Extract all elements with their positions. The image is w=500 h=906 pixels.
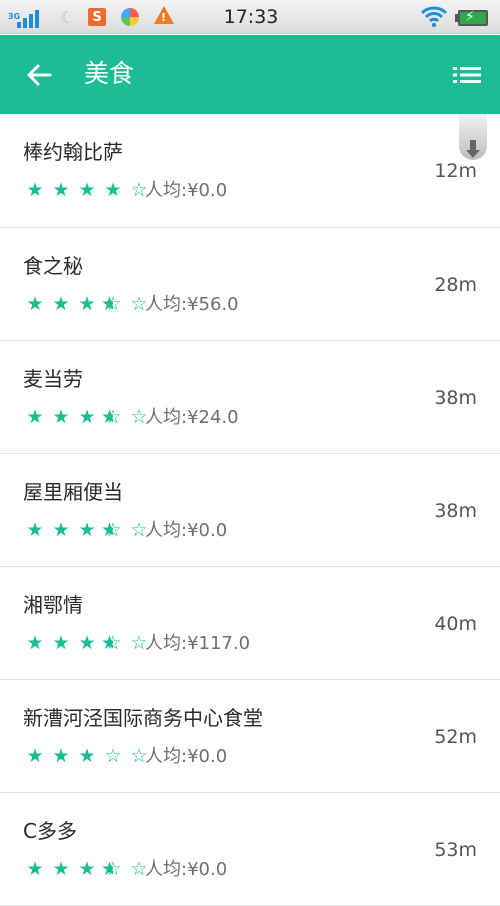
star-full-icon: ★	[26, 519, 44, 541]
action-bar: 美食	[0, 35, 500, 114]
restaurant-name: 麦当劳	[23, 367, 83, 391]
star-full-icon: ★	[26, 406, 44, 428]
list-item[interactable]: 屋里厢便当★★★☆☆人均:¥0.038m	[0, 454, 500, 567]
warning-mark: !	[161, 11, 167, 24]
star-half-icon: ☆	[101, 858, 125, 880]
star-full-icon: ★	[52, 858, 70, 880]
list-item[interactable]: 食之秘★★★☆☆人均:¥56.028m	[0, 228, 500, 341]
star-rating: ★★★☆☆	[23, 632, 151, 654]
star-half-icon: ☆	[101, 632, 125, 654]
star-full-icon: ★	[26, 293, 44, 315]
star-full-icon: ★	[26, 745, 44, 767]
moon-icon: ☾	[60, 7, 75, 27]
star-rating: ★★★☆☆	[23, 519, 151, 541]
star-full-icon: ★	[78, 632, 96, 654]
star-full-icon: ★	[26, 858, 44, 880]
distance: 53m	[434, 839, 477, 861]
restaurant-list: 棒约翰比萨★★★★☆人均:¥0.012m食之秘★★★☆☆人均:¥56.028m麦…	[0, 114, 500, 906]
distance: 12m	[434, 160, 477, 182]
list-menu-icon	[453, 67, 481, 83]
star-full-icon: ★	[78, 519, 96, 541]
pull-refresh-handle[interactable]	[459, 114, 487, 160]
star-full-icon: ★	[52, 179, 70, 201]
star-empty-icon: ☆	[104, 745, 122, 767]
distance: 38m	[434, 500, 477, 522]
restaurant-name: 屋里厢便当	[23, 480, 123, 504]
status-bar: 3G ☾ S ! 17:33 ⚡	[0, 0, 500, 34]
wifi-icon	[421, 6, 447, 28]
average-price: 人均:¥24.0	[145, 407, 239, 428]
average-price: 人均:¥0.0	[145, 746, 228, 767]
distance: 52m	[434, 726, 477, 748]
average-price: 人均:¥56.0	[145, 294, 239, 315]
star-full-icon: ★	[26, 632, 44, 654]
page-title: 美食	[84, 59, 135, 88]
back-button[interactable]	[22, 59, 56, 91]
menu-button[interactable]	[448, 59, 486, 91]
star-rating: ★ ★ ★ ★ ☆	[23, 179, 151, 201]
list-item[interactable]: 麦当劳★★★☆☆人均:¥24.038m	[0, 341, 500, 454]
average-price: 人均:¥0.0	[145, 180, 228, 201]
star-rating: ★★★☆☆	[23, 858, 151, 880]
charging-icon: ⚡	[465, 9, 475, 25]
star-full-icon: ★	[104, 179, 122, 201]
average-price: 人均:¥0.0	[145, 520, 228, 541]
app-flower-icon	[121, 8, 139, 26]
list-item[interactable]: 湘鄂情★★★☆☆人均:¥117.040m	[0, 567, 500, 680]
star-full-icon: ★	[78, 745, 96, 767]
arrow-left-icon	[27, 64, 52, 86]
star-half-icon: ☆	[101, 406, 125, 428]
average-price: 人均:¥0.0	[145, 859, 228, 880]
star-half-icon: ☆	[101, 519, 125, 541]
list-item[interactable]: 棒约翰比萨 ★ ★ ★ ★ ☆ 人均:¥0.0 12m	[0, 114, 500, 228]
status-time: 17:33	[223, 6, 279, 28]
star-full-icon: ★	[78, 406, 96, 428]
star-full-icon: ★	[78, 179, 96, 201]
arrow-down-icon	[466, 140, 480, 158]
star-half-icon: ☆	[101, 293, 125, 315]
average-price: 人均:¥117.0	[145, 633, 251, 654]
restaurant-name: 食之秘	[23, 254, 83, 278]
star-full-icon: ★	[26, 179, 44, 201]
star-rating: ★★★☆☆	[23, 406, 151, 428]
distance: 38m	[434, 387, 477, 409]
star-full-icon: ★	[52, 632, 70, 654]
sogou-icon: S	[88, 8, 106, 26]
star-full-icon: ★	[78, 293, 96, 315]
star-full-icon: ★	[52, 519, 70, 541]
list-item[interactable]: C多多★★★☆☆人均:¥0.053m	[0, 793, 500, 906]
star-full-icon: ★	[78, 858, 96, 880]
distance: 28m	[434, 274, 477, 296]
restaurant-name: 新漕河泾国际商务中心食堂	[23, 706, 263, 730]
star-rating: ★★★☆☆	[23, 293, 151, 315]
distance: 40m	[434, 613, 477, 635]
star-rating: ★★★☆☆	[23, 745, 151, 767]
restaurant-name: C多多	[23, 819, 77, 843]
star-full-icon: ★	[52, 293, 70, 315]
star-full-icon: ★	[52, 745, 70, 767]
list-item[interactable]: 新漕河泾国际商务中心食堂 ★ ★ ★ ☆ ☆ 人均:¥0.0 52m	[0, 680, 500, 793]
restaurant-name: 湘鄂情	[23, 593, 83, 617]
signal-icon	[17, 0, 39, 28]
restaurant-name: 棒约翰比萨	[23, 140, 123, 164]
star-full-icon: ★	[52, 406, 70, 428]
